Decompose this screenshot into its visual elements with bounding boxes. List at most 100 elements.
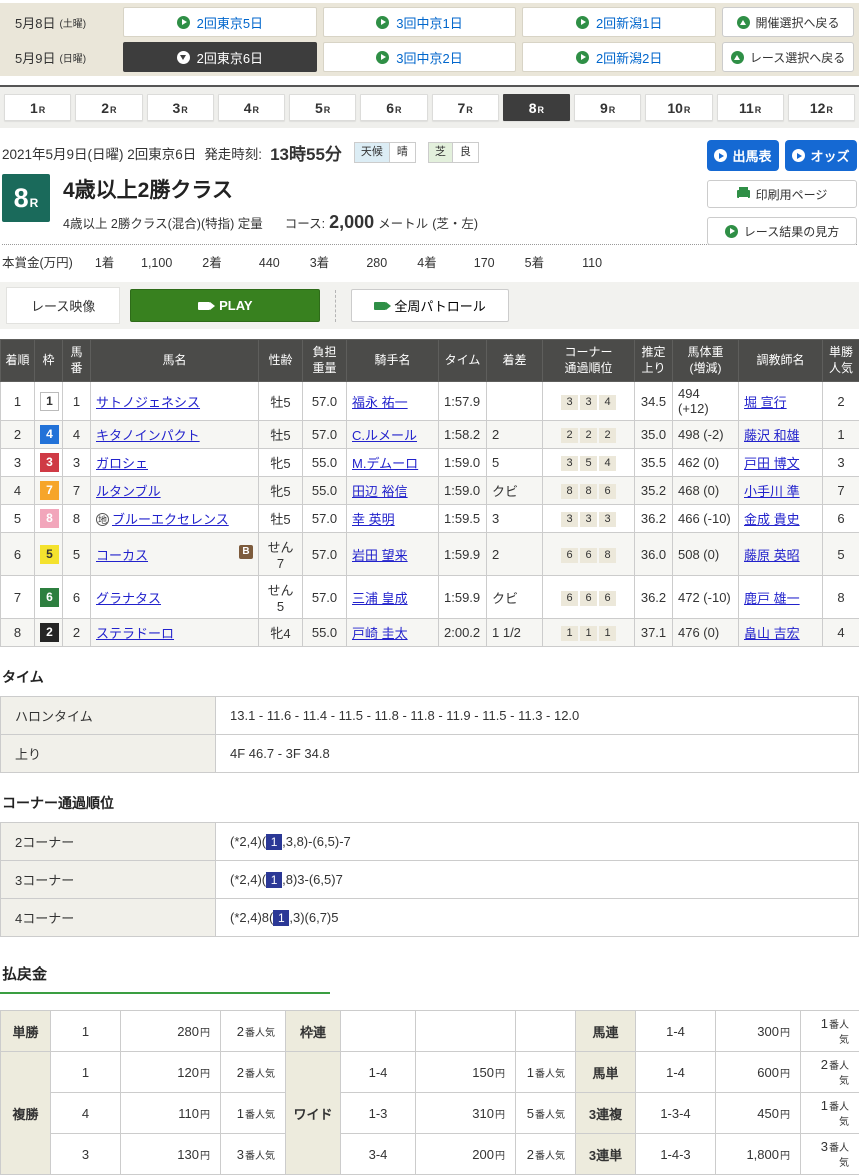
col-time: タイム	[439, 340, 487, 382]
horse-name-link[interactable]: グラナタス	[96, 591, 161, 606]
start-time-label: 発走時刻:	[204, 143, 262, 163]
horse-name-link[interactable]: サトノジェネシス	[96, 395, 200, 410]
jockey-link[interactable]: M.デムーロ	[352, 456, 418, 471]
trainer-link[interactable]: 鹿戸 雄一	[744, 591, 800, 606]
trainer-link[interactable]: 小手川 準	[744, 484, 800, 499]
horse-name-link[interactable]: コーカス	[96, 548, 148, 563]
weather-value: 晴	[389, 143, 415, 162]
play-circle-icon	[576, 16, 589, 29]
tab-5r[interactable]: 5R	[289, 94, 356, 121]
tab-12r[interactable]: 12R	[788, 94, 855, 121]
quinella-favorite: 1番人気	[801, 1011, 859, 1052]
favorite-rank: 3	[823, 449, 859, 477]
trainer-link[interactable]: 堀 宣行	[744, 395, 787, 410]
meeting-button-tokyo5[interactable]: 2回東京5日	[123, 7, 317, 37]
back-to-meeting-select-button[interactable]: 開催選択へ戻る	[722, 7, 854, 37]
tab-10r[interactable]: 10R	[645, 94, 712, 121]
patrol-video-button[interactable]: 全周パトロール	[351, 289, 508, 322]
last-up-label: 上り	[1, 735, 216, 773]
margin: 5	[487, 449, 543, 477]
trainer-link[interactable]: 藤原 英昭	[744, 548, 800, 563]
printer-icon	[737, 190, 750, 198]
result-guide-button[interactable]: レース結果の見方	[707, 217, 857, 245]
frame-badge: 3	[40, 453, 59, 472]
horse-name-link[interactable]: キタノインパクト	[96, 428, 200, 443]
jockey-link[interactable]: 岩田 望来	[352, 548, 408, 563]
entry-table-button[interactable]: 出馬表	[707, 140, 779, 171]
play-button[interactable]: PLAY	[130, 289, 320, 322]
tab-2r[interactable]: 2R	[75, 94, 142, 121]
tab-11r[interactable]: 11R	[717, 94, 784, 121]
horse-number: 4	[63, 421, 91, 449]
finish-time: 1:59.9	[439, 533, 487, 576]
frame-badge: 7	[40, 481, 59, 500]
play-circle-icon	[376, 16, 389, 29]
wide-favorite: 5番人気	[516, 1093, 576, 1134]
race-number-tabs: 1R 2R 3R 4R 5R 6R 7R 8R 9R 10R 11R 12R	[0, 85, 859, 128]
horse-name-link[interactable]: ルタンブル	[96, 484, 161, 499]
tab-3r[interactable]: 3R	[147, 94, 214, 121]
back-to-race-select-button[interactable]: レース選択へ戻る	[722, 42, 854, 72]
play-circle-icon	[177, 16, 190, 29]
finish-time: 1:59.9	[439, 576, 487, 619]
payout-section-title: 払戻金	[2, 963, 859, 984]
side-buttons: 出馬表 オッズ 印刷用ページ レース結果の見方	[707, 140, 857, 245]
up-circle-icon	[731, 51, 744, 64]
corner-order: 333	[543, 505, 635, 533]
weather-badge: 天候 晴	[354, 142, 416, 163]
course-note: (芝・左)	[432, 213, 478, 232]
print-label: 印刷用ページ	[756, 186, 828, 203]
tab-1r[interactable]: 1R	[4, 94, 71, 121]
guide-label: レース結果の見方	[744, 223, 839, 240]
horse-name-link[interactable]: ブルーエクセレンス	[112, 512, 229, 527]
finish-position: 6	[1, 533, 35, 576]
trainer-link[interactable]: 畠山 吉宏	[744, 626, 800, 641]
jockey-link[interactable]: 田辺 裕信	[352, 484, 408, 499]
favorite-rank: 8	[823, 576, 859, 619]
results-header-row: 着順 枠 馬 番 馬名 性齢 負担 重量 騎手名 タイム 着差 コーナー 通過順…	[1, 340, 859, 382]
down-circle-icon	[177, 51, 190, 64]
jockey-link[interactable]: 三浦 皇成	[352, 591, 408, 606]
sex-age: 牡5	[259, 382, 303, 421]
jockey-link[interactable]: C.ルメール	[352, 428, 417, 443]
wide-combo: 1-3	[341, 1093, 416, 1134]
meeting-label: 2回新潟2日	[596, 48, 662, 67]
wide-favorite: 2番人気	[516, 1134, 576, 1175]
body-weight: 466 (-10)	[673, 505, 739, 533]
horse-name-link[interactable]: ステラドーロ	[96, 626, 174, 641]
trainer-link[interactable]: 戸田 博文	[744, 456, 800, 471]
horse-name-link[interactable]: ガロシェ	[96, 456, 148, 471]
meeting-button-chukyo2[interactable]: 3回中京2日	[323, 42, 517, 72]
tab-9r[interactable]: 9R	[574, 94, 641, 121]
corner-section-title: コーナー通過順位	[2, 793, 859, 813]
meeting-button-niigata1[interactable]: 2回新潟1日	[522, 7, 716, 37]
patrol-label: 全周パトロール	[394, 296, 485, 315]
divider	[335, 290, 336, 322]
sex-age: 牡5	[259, 505, 303, 533]
meeting-button-niigata2[interactable]: 2回新潟2日	[522, 42, 716, 72]
tab-4r[interactable]: 4R	[218, 94, 285, 121]
horse-number: 3	[63, 449, 91, 477]
print-page-button[interactable]: 印刷用ページ	[707, 180, 857, 208]
wide-amount: 310円	[416, 1093, 516, 1134]
tab-6r[interactable]: 6R	[360, 94, 427, 121]
meeting-button-chukyo1[interactable]: 3回中京1日	[323, 7, 517, 37]
odds-button[interactable]: オッズ	[785, 140, 857, 171]
col-horse-name: 馬名	[91, 340, 259, 382]
frame-badge: 2	[40, 623, 59, 642]
body-weight: 476 (0)	[673, 619, 739, 647]
bracket-combo	[341, 1011, 416, 1052]
tab-8r-selected[interactable]: 8R	[503, 94, 570, 121]
jockey-link[interactable]: 福永 祐一	[352, 395, 408, 410]
trainer-link[interactable]: 藤沢 和雄	[744, 428, 800, 443]
tab-7r[interactable]: 7R	[432, 94, 499, 121]
furlong-time-value: 13.1 - 11.6 - 11.4 - 11.5 - 11.8 - 11.8 …	[216, 697, 859, 735]
jockey-link[interactable]: 戸崎 圭太	[352, 626, 408, 641]
meeting-button-tokyo6-selected[interactable]: 2回東京6日	[123, 42, 317, 72]
exacta-amount: 600円	[716, 1052, 801, 1093]
trainer-link[interactable]: 金成 貴史	[744, 512, 800, 527]
course-unit: メートル	[378, 213, 428, 232]
jockey-link[interactable]: 幸 英明	[352, 512, 395, 527]
corner-3-label: 3コーナー	[1, 861, 216, 899]
favorite-rank: 2	[823, 382, 859, 421]
